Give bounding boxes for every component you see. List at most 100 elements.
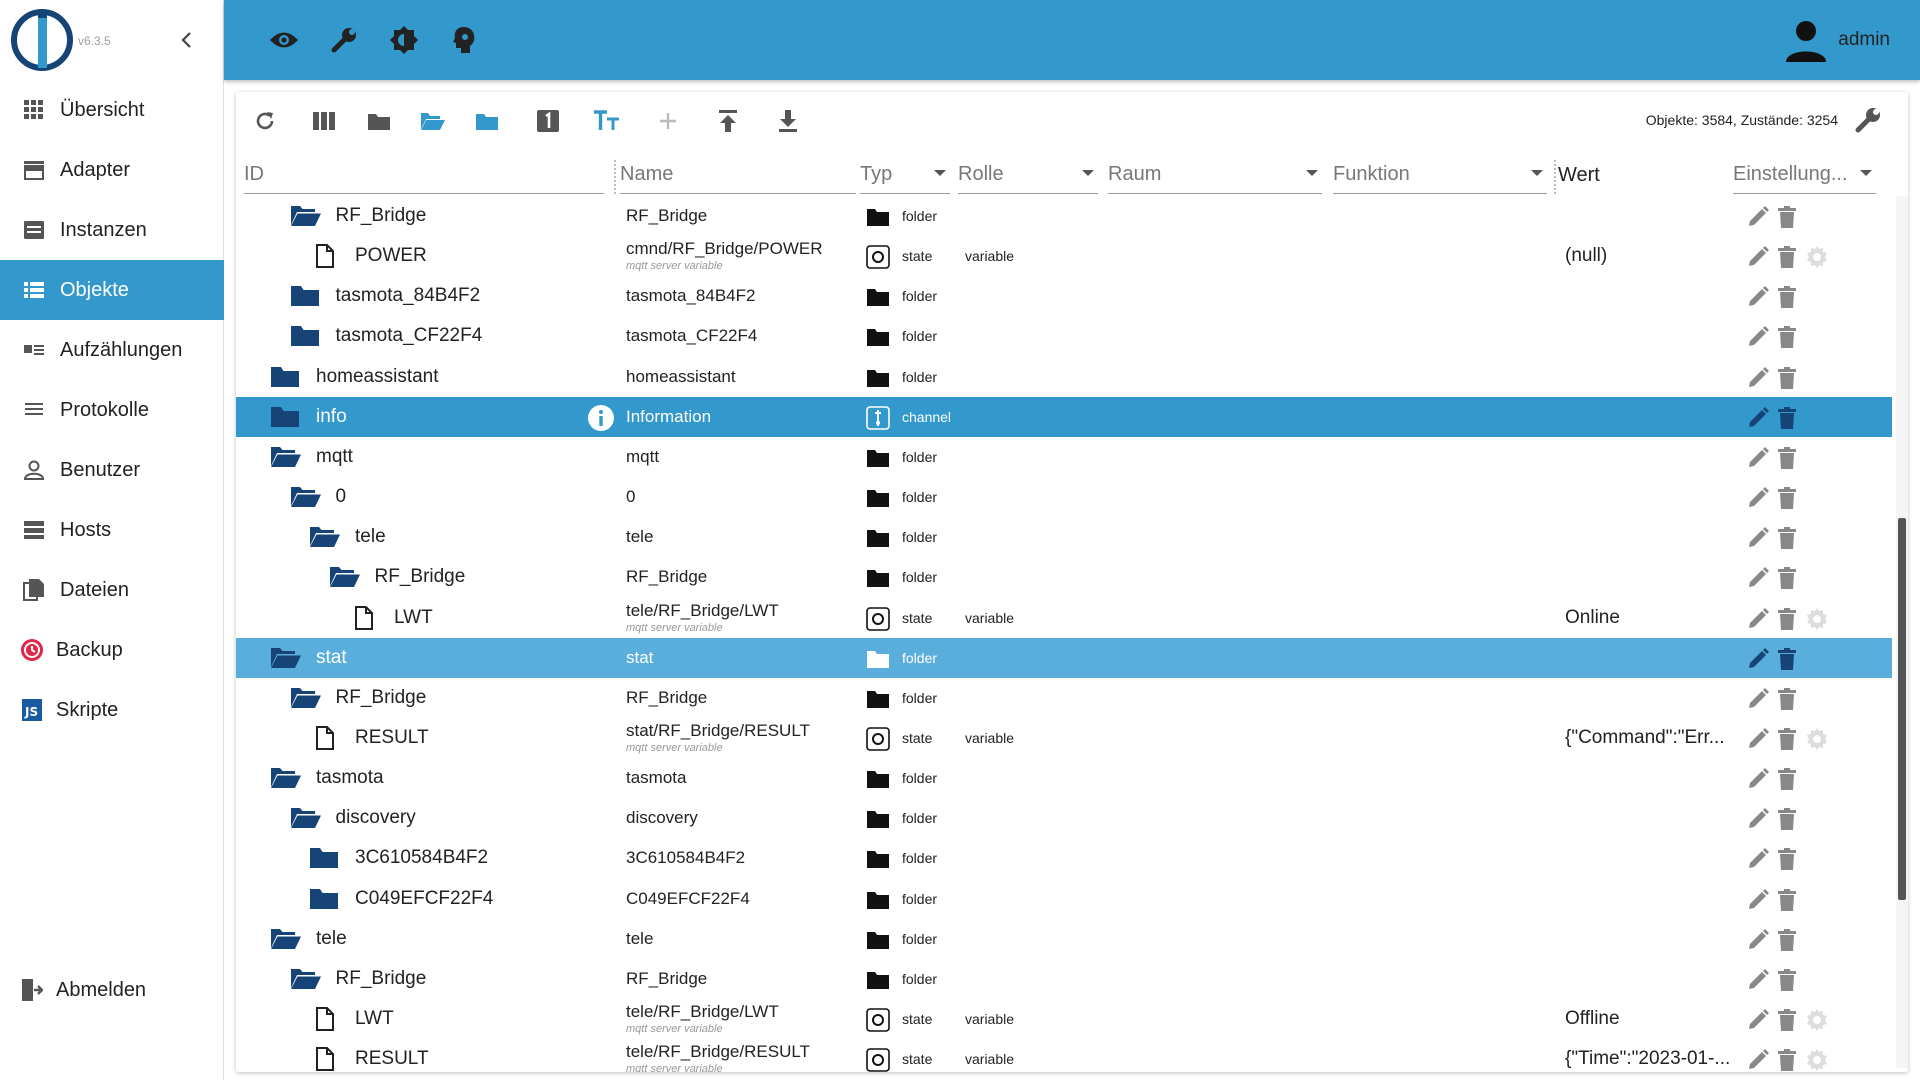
folder-icon[interactable]: [290, 284, 320, 308]
theme-button[interactable]: [388, 24, 420, 56]
folder-icon[interactable]: [270, 365, 300, 389]
edit-icon[interactable]: [1746, 366, 1770, 390]
sidebar-item-übersicht[interactable]: Übersicht: [0, 80, 224, 140]
folder-open-icon[interactable]: [290, 485, 321, 509]
logout-button[interactable]: Abmelden: [0, 960, 224, 1020]
folder-open-icon[interactable]: [270, 646, 301, 670]
delete-icon[interactable]: [1776, 607, 1800, 631]
edit-icon[interactable]: [1746, 687, 1770, 711]
delete-icon[interactable]: [1776, 486, 1800, 510]
info-icon[interactable]: [587, 404, 615, 432]
columns-button[interactable]: [309, 106, 339, 136]
edit-icon[interactable]: [1746, 486, 1770, 510]
delete-icon[interactable]: [1776, 366, 1800, 390]
object-value[interactable]: (null): [1565, 245, 1735, 267]
sidebar-item-protokolle[interactable]: Protokolle: [0, 380, 224, 440]
sidebar-item-benutzer[interactable]: Benutzer: [0, 440, 224, 500]
edit-icon[interactable]: [1746, 1048, 1770, 1072]
folder-open-icon[interactable]: [270, 927, 301, 951]
sidebar-item-hosts[interactable]: Hosts: [0, 500, 224, 560]
delete-icon[interactable]: [1776, 566, 1800, 590]
collapse-sidebar-button[interactable]: [172, 26, 200, 54]
gear-icon[interactable]: [1805, 1008, 1829, 1032]
delete-icon[interactable]: [1776, 968, 1800, 992]
edit-icon[interactable]: [1746, 285, 1770, 309]
show-number-button[interactable]: [533, 106, 563, 136]
table-row[interactable]: RF_Bridge RF_Bridge folder: [236, 959, 1892, 999]
expand-all-button[interactable]: [418, 106, 448, 136]
edit-icon[interactable]: [1746, 968, 1770, 992]
folder-icon[interactable]: [309, 887, 339, 911]
text-size-button[interactable]: [592, 106, 622, 136]
table-row[interactable]: stat stat folder: [236, 638, 1892, 678]
eye-button[interactable]: [268, 24, 300, 56]
object-value[interactable]: {"Command":"Err...: [1565, 727, 1735, 749]
sidebar-item-instanzen[interactable]: Instanzen: [0, 200, 224, 260]
upload-button[interactable]: [713, 106, 743, 136]
expert-mode-button[interactable]: [448, 24, 480, 56]
folder-open-icon[interactable]: [309, 525, 340, 549]
delete-icon[interactable]: [1776, 687, 1800, 711]
gear-icon[interactable]: [1805, 1048, 1829, 1072]
edit-icon[interactable]: [1746, 727, 1770, 751]
delete-icon[interactable]: [1776, 325, 1800, 349]
delete-icon[interactable]: [1776, 847, 1800, 871]
table-row[interactable]: tele tele folder: [236, 919, 1892, 959]
edit-icon[interactable]: [1746, 1008, 1770, 1032]
table-row[interactable]: C049EFCF22F4 C049EFCF22F4 folder: [236, 879, 1892, 919]
delete-icon[interactable]: [1776, 406, 1800, 430]
table-row[interactable]: POWER cmnd/RF_Bridge/POWER mqtt server var…: [236, 236, 1892, 276]
object-value[interactable]: Offline: [1565, 1008, 1735, 1030]
folder-open-icon[interactable]: [270, 766, 301, 790]
table-row[interactable]: 3C610584B4F2 3C610584B4F2 folder: [236, 838, 1892, 878]
table-row[interactable]: RF_Bridge RF_Bridge folder: [236, 678, 1892, 718]
delete-icon[interactable]: [1776, 1048, 1800, 1072]
edit-icon[interactable]: [1746, 647, 1770, 671]
function-filter[interactable]: Funktion: [1333, 156, 1547, 194]
sidebar-item-adapter[interactable]: Adapter: [0, 140, 224, 200]
folder-open-icon[interactable]: [270, 445, 301, 469]
settings-wrench-button[interactable]: [1852, 104, 1884, 136]
folder-open-icon[interactable]: [290, 686, 321, 710]
delete-icon[interactable]: [1776, 1008, 1800, 1032]
add-button[interactable]: [653, 106, 683, 136]
delete-icon[interactable]: [1776, 888, 1800, 912]
room-filter[interactable]: Raum: [1108, 156, 1322, 194]
table-row[interactable]: tasmota_CF22F4 tasmota_CF22F4 folder: [236, 316, 1892, 356]
table-row[interactable]: RF_Bridge RF_Bridge folder: [236, 196, 1892, 236]
delete-icon[interactable]: [1776, 245, 1800, 269]
type-filter[interactable]: Typ: [860, 156, 950, 194]
table-row[interactable]: 0 0 folder: [236, 477, 1892, 517]
role-filter[interactable]: Rolle: [958, 156, 1098, 194]
delete-icon[interactable]: [1776, 807, 1800, 831]
table-row[interactable]: LWT tele/RF_Bridge/LWT mqtt server variabl…: [236, 999, 1892, 1039]
sidebar-item-skripte[interactable]: JS Skripte: [0, 680, 224, 740]
sidebar-item-aufzählungen[interactable]: Aufzählungen: [0, 320, 224, 380]
object-value[interactable]: Online: [1565, 607, 1735, 629]
delete-icon[interactable]: [1776, 767, 1800, 791]
id-filter[interactable]: ID: [244, 156, 604, 194]
folder-icon[interactable]: [270, 405, 300, 429]
edit-icon[interactable]: [1746, 406, 1770, 430]
expand-one-level-button[interactable]: [472, 106, 502, 136]
scrollbar[interactable]: [1896, 196, 1908, 1068]
column-resizer[interactable]: [614, 160, 616, 194]
edit-icon[interactable]: [1746, 566, 1770, 590]
refresh-button[interactable]: [250, 106, 280, 136]
folder-icon[interactable]: [290, 324, 320, 348]
edit-icon[interactable]: [1746, 325, 1770, 349]
edit-icon[interactable]: [1746, 526, 1770, 550]
edit-icon[interactable]: [1746, 607, 1770, 631]
table-row[interactable]: tasmota_84B4F2 tasmota_84B4F2 folder: [236, 276, 1892, 316]
object-value[interactable]: {"Time":"2023-01-...: [1565, 1048, 1735, 1070]
edit-icon[interactable]: [1746, 928, 1770, 952]
edit-icon[interactable]: [1746, 888, 1770, 912]
folder-open-icon[interactable]: [329, 565, 360, 589]
table-row[interactable]: info Information channel: [236, 397, 1892, 437]
table-row[interactable]: homeassistant homeassistant folder: [236, 357, 1892, 397]
sidebar-item-backup[interactable]: Backup: [0, 620, 224, 680]
edit-icon[interactable]: [1746, 205, 1770, 229]
gear-icon[interactable]: [1805, 607, 1829, 631]
gear-icon[interactable]: [1805, 727, 1829, 751]
folder-open-icon[interactable]: [290, 204, 321, 228]
